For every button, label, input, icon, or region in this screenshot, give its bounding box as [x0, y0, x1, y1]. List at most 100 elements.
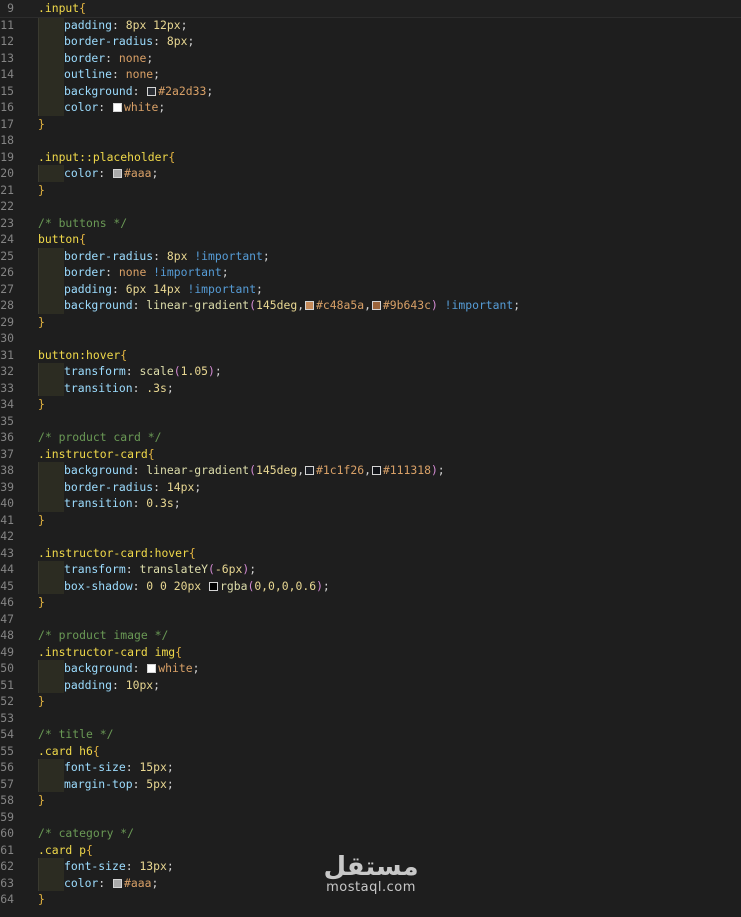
code-line[interactable]: 53 — [0, 710, 741, 727]
code-text: transition: .3s; — [38, 379, 174, 396]
code-token: transform — [64, 364, 126, 378]
code-text: background: #2a2d33; — [38, 82, 213, 99]
code-line[interactable]: 57 margin-top: 5px; — [0, 775, 741, 792]
code-line[interactable]: 20 color: #aaa; — [0, 165, 741, 182]
code-line[interactable]: 13 border: none; — [0, 49, 741, 66]
code-line[interactable]: 33 transition: .3s; — [0, 379, 741, 396]
code-line[interactable]: 26 border: none !important; — [0, 264, 741, 281]
code-line[interactable]: 52} — [0, 693, 741, 710]
code-line[interactable]: 41} — [0, 512, 741, 529]
code-line[interactable]: 9 .input{ — [0, 0, 741, 18]
code-text: background: linear-gradient(145deg, #1c1f… — [38, 462, 445, 479]
code-token: button:hover — [38, 347, 121, 362]
code-line[interactable]: 30 — [0, 330, 741, 347]
code-line[interactable]: 48 /* product image */ — [0, 627, 741, 644]
code-line[interactable]: 47 — [0, 611, 741, 628]
code-line[interactable]: 16 color: white; — [0, 99, 741, 116]
code-token: : — [153, 34, 167, 48]
code-line[interactable]: 58} — [0, 792, 741, 809]
code-line[interactable]: 23 /* buttons */ — [0, 215, 741, 232]
line-number: 44 — [0, 562, 14, 576]
color-swatch-icon[interactable] — [113, 878, 123, 888]
line-number: 18 — [0, 133, 14, 147]
code-line[interactable]: 12 border-radius: 8px; — [0, 33, 741, 50]
code-line[interactable]: 31 button:hover{ — [0, 347, 741, 364]
line-number: 13 — [0, 50, 14, 65]
code-line[interactable]: 27 padding: 6px 14px !important; — [0, 280, 741, 297]
line-number: 32 — [0, 364, 14, 378]
code-token: .card h6 — [38, 743, 93, 758]
color-swatch-icon[interactable] — [113, 169, 123, 178]
line-number: 21 — [0, 182, 14, 197]
code-line[interactable]: 55 .card h6{ — [0, 743, 741, 760]
code-line[interactable]: 46} — [0, 594, 741, 611]
code-line[interactable]: 40 transition: 0.3s; — [0, 495, 741, 512]
code-line[interactable]: 28 background: linear-gradient(145deg, #c4… — [0, 297, 741, 314]
indent-guide — [38, 561, 64, 578]
code-text: border: none !important; — [38, 264, 229, 281]
indent-guide — [38, 297, 64, 314]
line-number: 34 — [0, 397, 14, 411]
code-token: -6px — [214, 562, 243, 576]
code-line[interactable]: 19 .input::placeholder{ — [0, 149, 741, 166]
code-line[interactable]: 11 padding: 8px 12px; — [0, 16, 741, 33]
line-number: 46 — [0, 595, 14, 609]
color-swatch-icon[interactable] — [209, 581, 219, 591]
code-line[interactable]: 39 border-radius: 14px; — [0, 478, 741, 495]
code-line[interactable]: 45 box-shadow: 0 0 20px rgba(0,0,0,0.6); — [0, 577, 741, 594]
code-token: padding — [64, 17, 113, 32]
code-line[interactable]: 14 outline: none; — [0, 66, 741, 83]
code-token: none — [125, 67, 154, 81]
code-line[interactable]: 36 /* product card */ — [0, 429, 741, 446]
color-swatch-icon[interactable] — [371, 466, 381, 475]
code-line[interactable]: 32 transform: scale(1.05); — [0, 363, 741, 380]
code-text: .instructor-card{ — [38, 446, 155, 463]
code-line[interactable]: 49 .instructor-card img{ — [0, 644, 741, 661]
line-number: 54 — [0, 727, 14, 741]
code-line[interactable]: 56 font-size: 15px; — [0, 759, 741, 776]
color-swatch-icon[interactable] — [147, 664, 157, 673]
color-swatch-icon[interactable] — [371, 301, 381, 310]
code-token: , — [297, 298, 305, 312]
code-line[interactable]: 42 — [0, 528, 741, 545]
color-swatch-icon[interactable] — [147, 86, 157, 96]
code-line[interactable]: 54 /* title */ — [0, 726, 741, 743]
code-line[interactable]: 43 .instructor-card:hover{ — [0, 545, 741, 562]
code-line[interactable]: 22 — [0, 198, 741, 215]
code-line[interactable]: 38 background: linear-gradient(145deg, #1c… — [0, 462, 741, 479]
code-line[interactable]: 37 .instructor-card{ — [0, 446, 741, 463]
code-line[interactable]: 17} — [0, 116, 741, 133]
line-number: 47 — [0, 611, 14, 626]
code-token: ; — [153, 677, 161, 692]
code-line[interactable]: 15 background: #2a2d33; — [0, 82, 741, 99]
code-line[interactable]: 51 padding: 10px; — [0, 676, 741, 693]
code-text: border-radius: 14px; — [38, 478, 201, 495]
code-line[interactable]: 44 transform: translateY(-6px); — [0, 561, 741, 578]
line-number: 63 — [0, 875, 14, 890]
line-number: 61 — [0, 842, 14, 857]
code-line[interactable]: 21} — [0, 182, 741, 199]
code-line[interactable]: 25 border-radius: 8px !important; — [0, 247, 741, 264]
code-line[interactable]: 50 background: white; — [0, 660, 741, 677]
code-line[interactable]: 35 — [0, 413, 741, 430]
code-token: ( — [208, 562, 215, 576]
color-swatch-icon[interactable] — [113, 103, 123, 112]
code-line[interactable]: 24 button{ — [0, 231, 741, 248]
code-token: /* title */ — [38, 727, 114, 741]
code-line[interactable]: 29} — [0, 314, 741, 331]
color-swatch-icon[interactable] — [305, 466, 315, 475]
code-token: /* product card */ — [38, 430, 162, 444]
code-token: border-radius — [64, 248, 154, 263]
line-number: 56 — [0, 760, 14, 774]
code-editor[interactable]: 9 .input{11 padding: 8px 12px; 12 border-rad… — [0, 0, 741, 917]
color-swatch-icon[interactable] — [305, 301, 315, 310]
code-line[interactable]: 18 — [0, 132, 741, 149]
code-token: ; — [151, 875, 159, 890]
code-text: color: #aaa; — [38, 165, 158, 182]
code-token: border — [64, 265, 106, 279]
code-line[interactable]: 59 — [0, 809, 741, 826]
code-line[interactable]: 60 /* category */ — [0, 825, 741, 842]
indent-guide — [38, 247, 64, 264]
code-line[interactable]: 34} — [0, 396, 741, 413]
line-number: 52 — [0, 694, 14, 708]
